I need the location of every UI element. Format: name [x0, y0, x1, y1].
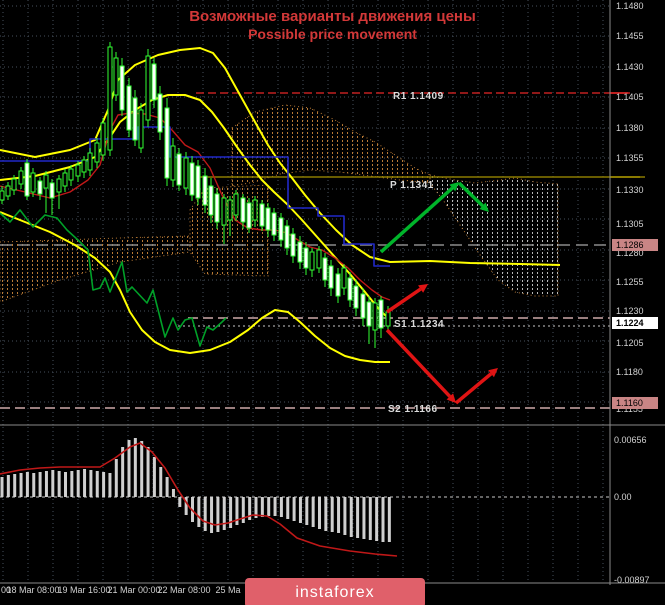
x-axis-label: 19 Mar 16:00 [57, 585, 110, 595]
y-axis-label: 1.1330 [616, 185, 644, 195]
y-axis-label: 1.1405 [616, 92, 644, 102]
y-axis-label: 1.1180 [616, 367, 643, 377]
svg-text:S2 1.1166: S2 1.1166 [388, 404, 438, 415]
macd-axis-label: 0.00 [614, 492, 632, 502]
svg-text:S1 1.1234: S1 1.1234 [394, 319, 444, 330]
svg-text:R1 1.1409: R1 1.1409 [393, 91, 444, 102]
y-axis-label: 1.1305 [616, 219, 644, 229]
x-axis-label: 18 Mar 08:00 [6, 585, 59, 595]
y-axis-label: 1.1355 [616, 153, 644, 163]
svg-text:1.1224: 1.1224 [616, 318, 644, 328]
svg-text:P 1.1341: P 1.1341 [390, 180, 434, 191]
y-axis-label: 1.1230 [616, 306, 644, 316]
svg-text:1.1286: 1.1286 [616, 240, 644, 250]
trading-chart-screenshot: R1 1.1409 P 1.1341 S1 1.1234 S2 1.1166 1.14… [0, 0, 665, 605]
price-chart: R1 1.1409 P 1.1341 S1 1.1234 S2 1.1166 1.14… [0, 0, 665, 595]
macd-pane [0, 438, 610, 557]
y-axis-label: 1.1205 [616, 338, 644, 348]
x-axis-label: 21 Mar 00:00 [107, 585, 160, 595]
x-axis-label: 22 Mar 08:00 [157, 585, 210, 595]
axis-labels: 1.1480 1.1455 1.1430 1.1405 1.1380 1.1355 1.13… [1, 1, 658, 595]
macd-axis-label: 0.00656 [614, 435, 647, 445]
macd-axis-label: -0.00897 [614, 575, 650, 585]
y-axis-label: 1.1255 [616, 277, 644, 287]
ichimoku-cloud [0, 104, 559, 303]
y-axis-label: 1.1430 [616, 62, 644, 72]
y-axis-label: 1.1455 [616, 31, 644, 41]
y-axis-label: 1.1380 [616, 123, 644, 133]
svg-text:1.1160: 1.1160 [616, 398, 643, 408]
instaforex-watermark: instaforex [245, 578, 425, 605]
candlesticks [0, 42, 391, 348]
x-axis-label: 25 Ma [215, 585, 240, 595]
y-axis-label: 1.1480 [616, 1, 644, 11]
